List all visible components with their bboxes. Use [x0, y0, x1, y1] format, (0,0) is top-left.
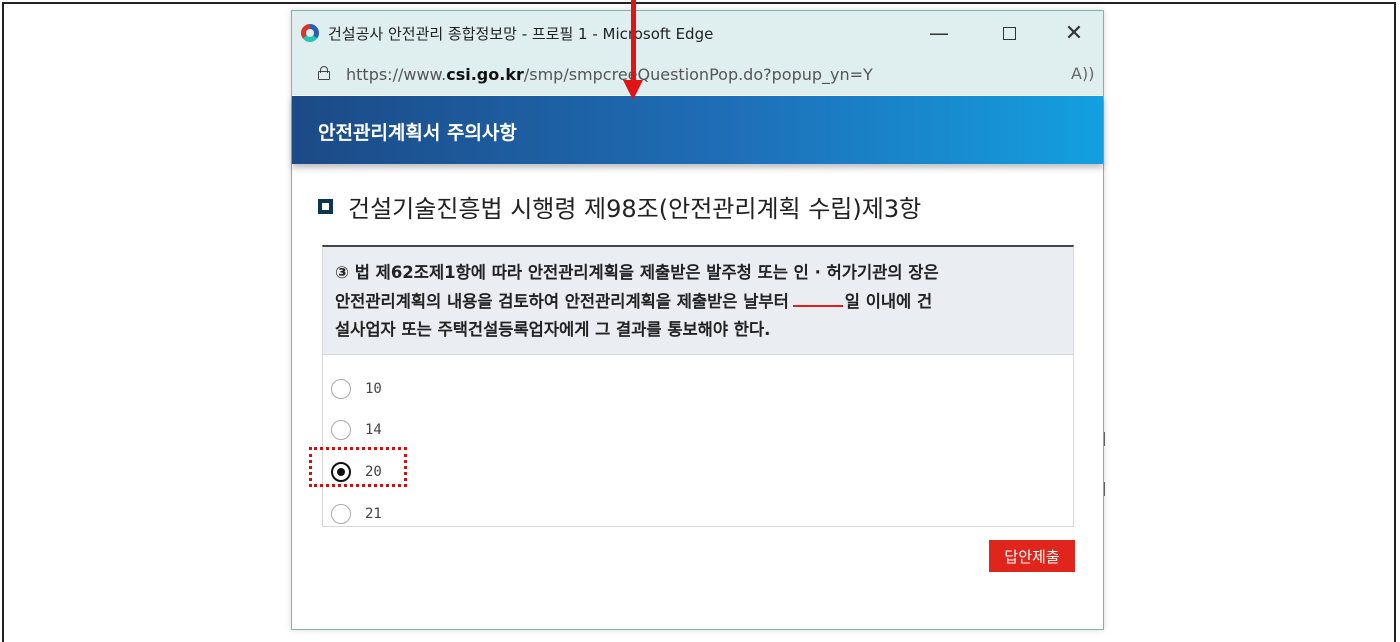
url-text[interactable]: https://www.csi.go.kr/smp/smpcreeQuestio… — [346, 65, 873, 84]
address-bar[interactable]: https://www.csi.go.kr/smp/smpcreeQuestio… — [292, 55, 1103, 95]
read-aloud-icon[interactable]: A)) — [1071, 64, 1094, 83]
selection-highlight-box — [309, 447, 407, 487]
close-button[interactable]: ✕ — [1052, 19, 1096, 47]
radio-button[interactable] — [331, 504, 351, 524]
question-text: ③ 법 제62조제1항에 따라 안전관리계획을 제출받은 발주청 또는 인 · … — [323, 247, 1073, 355]
window-title: 건설공사 안전관리 종합정보망 - 프로필 1 - Microsoft Edge — [328, 24, 714, 43]
radio-button[interactable] — [331, 420, 351, 440]
header-title: 안전관리계획서 주의사항 — [318, 122, 517, 144]
square-bullet-icon — [318, 199, 333, 214]
option-label: 10 — [365, 381, 382, 397]
title-bar[interactable]: 건설공사 안전관리 종합정보망 - 프로필 1 - Microsoft Edge… — [292, 11, 1103, 55]
answer-blank — [792, 287, 843, 307]
submit-answer-button[interactable]: 답안제출 — [989, 540, 1075, 572]
edge-logo-icon — [301, 24, 319, 42]
red-arrow-head-icon — [623, 80, 643, 100]
minimize-button[interactable]: — — [917, 19, 961, 47]
lock-icon[interactable] — [318, 66, 330, 80]
question-box: ③ 법 제62조제1항에 따라 안전관리계획을 제출받은 발주청 또는 인 · … — [322, 245, 1074, 527]
popup-header: 안전관리계획서 주의사항 — [292, 96, 1103, 164]
popup-window: 건설공사 안전관리 종합정보망 - 프로필 1 - Microsoft Edge… — [291, 10, 1104, 630]
answer-option[interactable]: 21 — [331, 502, 382, 526]
option-label: 14 — [365, 422, 382, 438]
radio-button[interactable] — [331, 379, 351, 399]
close-icon: ✕ — [1064, 20, 1084, 46]
maximize-button[interactable] — [987, 19, 1031, 47]
answer-option[interactable]: 10 — [331, 377, 382, 401]
red-arrow-icon — [631, 0, 636, 84]
section-heading: 건설기술진흥법 시행령 제98조(안전관리계획 수립)제3항 — [318, 189, 921, 224]
minimize-icon: — — [929, 21, 949, 45]
maximize-icon — [1002, 26, 1016, 40]
answer-option[interactable]: 14 — [331, 418, 382, 442]
option-label: 21 — [365, 506, 382, 522]
section-title: 건설기술진흥법 시행령 제98조(안전관리계획 수립)제3항 — [348, 195, 922, 223]
